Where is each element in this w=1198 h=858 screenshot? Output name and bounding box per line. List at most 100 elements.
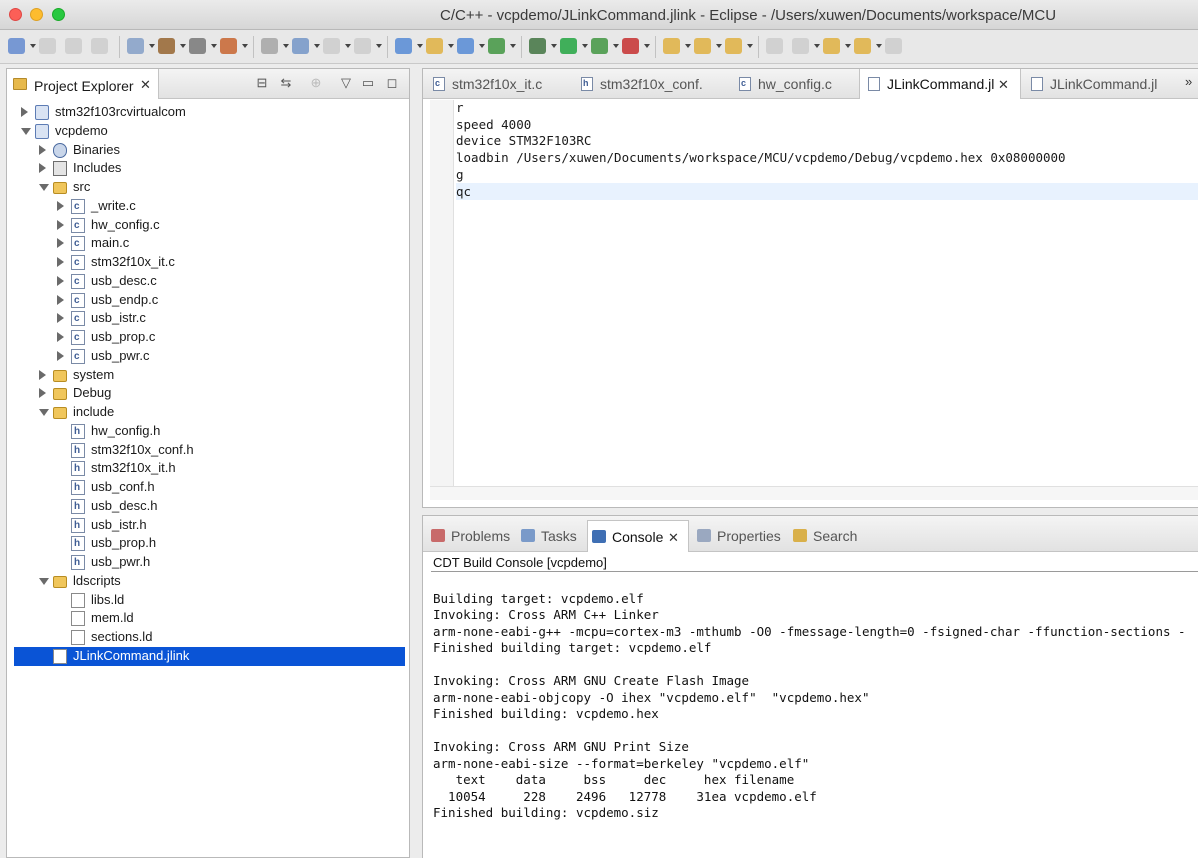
open-type-icon[interactable] [663,38,680,54]
chevron-down-icon[interactable] [582,44,588,48]
pin-icon[interactable] [885,38,902,54]
chevron-down-icon[interactable] [211,44,217,48]
code-line[interactable]: device STM32F103RC [456,132,1198,149]
tree-item[interactable]: JLinkCommand.jlink [14,646,405,666]
tree-item[interactable]: libs.ld [7,591,409,610]
minimize-window-button[interactable] [30,8,43,21]
save-icon[interactable] [39,38,56,54]
tree-item[interactable]: include [7,403,409,422]
chevron-down-icon[interactable] [180,44,186,48]
view-icon[interactable] [323,38,340,54]
tree-item[interactable]: h stm32f10x_it.h [7,459,409,478]
open-folder-icon[interactable] [694,38,711,54]
binary-icon[interactable] [189,38,206,54]
tab-console[interactable]: Console ✕ [587,520,689,552]
code-line[interactable]: qc [456,182,1198,200]
collapsed-arrow-icon[interactable] [57,238,64,249]
chevron-down-icon[interactable] [510,44,516,48]
chevron-down-icon[interactable] [30,44,36,48]
tree-item[interactable]: system [7,366,409,385]
close-window-button[interactable] [9,8,22,21]
search-icon[interactable] [725,38,742,54]
debug-icon[interactable] [529,38,546,54]
refresh-icon[interactable] [488,38,505,54]
code-line[interactable]: loadbin /Users/xuwen/Documents/workspace… [456,149,1198,166]
build-settings-icon[interactable] [127,38,144,54]
collapsed-arrow-icon[interactable] [57,350,64,361]
editor-tab[interactable]: c stm32f10x_it.c [425,69,571,99]
collapsed-arrow-icon[interactable] [57,313,64,324]
tree-item[interactable]: c stm32f10x_it.c [7,253,409,272]
expanded-arrow-icon[interactable] [39,577,49,585]
panel-icon[interactable] [354,38,371,54]
next-annotation-icon[interactable] [792,38,809,54]
chevron-down-icon[interactable] [448,44,454,48]
tree-item[interactable]: src [7,178,409,197]
save-all-icon[interactable] [65,38,82,54]
tree-item[interactable]: stm32f103rcvirtualcom [7,103,409,122]
chevron-down-icon[interactable] [242,44,248,48]
tree-item[interactable]: h stm32f10x_conf.h [7,441,409,460]
editor-tab[interactable]: h stm32f10x_conf. [573,69,729,99]
tree-item[interactable]: c _write.c [7,197,409,216]
chevron-down-icon[interactable] [644,44,650,48]
tree-item[interactable]: c usb_pwr.c [7,347,409,366]
chevron-down-icon[interactable] [479,44,485,48]
tree-item[interactable]: vcpdemo [7,122,409,141]
collapsed-arrow-icon[interactable] [21,107,28,117]
tree-item[interactable]: c main.c [7,234,409,253]
tab-problems[interactable]: Problems [427,520,515,552]
collapsed-arrow-icon[interactable] [39,144,46,155]
expanded-arrow-icon[interactable] [39,184,49,191]
tree-item[interactable]: h usb_prop.h [7,534,409,553]
tree-item[interactable]: c usb_prop.c [7,328,409,347]
minimize-icon[interactable]: ▭ [361,76,375,90]
collapsed-arrow-icon[interactable] [57,275,64,286]
hammer-icon[interactable] [158,38,175,54]
chevron-down-icon[interactable] [345,44,351,48]
chevron-down-icon[interactable] [376,44,382,48]
print-icon[interactable] [91,38,108,54]
chevron-down-icon[interactable] [685,44,691,48]
tree-item[interactable]: c usb_istr.c [7,309,409,328]
tree-item[interactable]: c usb_endp.c [7,291,409,310]
close-icon[interactable]: ✕ [140,77,151,93]
chevron-down-icon[interactable] [417,44,423,48]
module-icon[interactable] [220,38,237,54]
editor-tab[interactable]: c hw_config.c [731,69,857,99]
connect-icon[interactable] [261,38,278,54]
new-icon[interactable] [8,38,25,54]
tree-item[interactable]: h hw_config.h [7,422,409,441]
chevron-down-icon[interactable] [551,44,557,48]
tab-project-explorer[interactable]: Project Explorer ✕ [7,69,159,99]
tree-item[interactable]: h usb_conf.h [7,478,409,497]
view-menu-icon[interactable]: ▽ [339,76,353,90]
zoom-window-button[interactable] [52,8,65,21]
code-line[interactable]: r [456,99,1198,116]
tree-item[interactable]: c hw_config.c [7,216,409,235]
new-folder-icon[interactable] [426,38,443,54]
tree-item[interactable]: h usb_pwr.h [7,553,409,572]
forward-icon[interactable] [854,38,871,54]
link-with-editor-icon[interactable]: ⇆ [279,76,293,90]
tree-item[interactable]: Includes [7,159,409,178]
maximize-icon[interactable]: ◻ [385,76,399,90]
horizontal-scrollbar[interactable] [430,486,1198,500]
collapsed-arrow-icon[interactable] [57,332,64,342]
new-class-icon[interactable] [457,38,474,54]
close-icon[interactable]: ✕ [998,77,1009,93]
tree-item[interactable]: sections.ld [7,628,409,647]
tab-properties[interactable]: Properties [693,520,787,552]
chevron-down-icon[interactable] [845,44,851,48]
external-tools-icon[interactable] [591,38,608,54]
collapsed-arrow-icon[interactable] [39,388,46,399]
chevron-down-icon[interactable] [283,44,289,48]
expanded-arrow-icon[interactable] [21,127,31,135]
collapse-all-icon[interactable]: ⊟ [255,76,269,90]
tree-item[interactable]: Debug [7,384,409,403]
annotation-icon[interactable] [766,38,783,54]
editor-tab[interactable]: JLinkCommand.jl ✕ [859,69,1021,99]
focus-icon[interactable]: ⊕ [309,76,323,90]
chevron-down-icon[interactable] [876,44,882,48]
stop-icon[interactable] [622,38,639,54]
